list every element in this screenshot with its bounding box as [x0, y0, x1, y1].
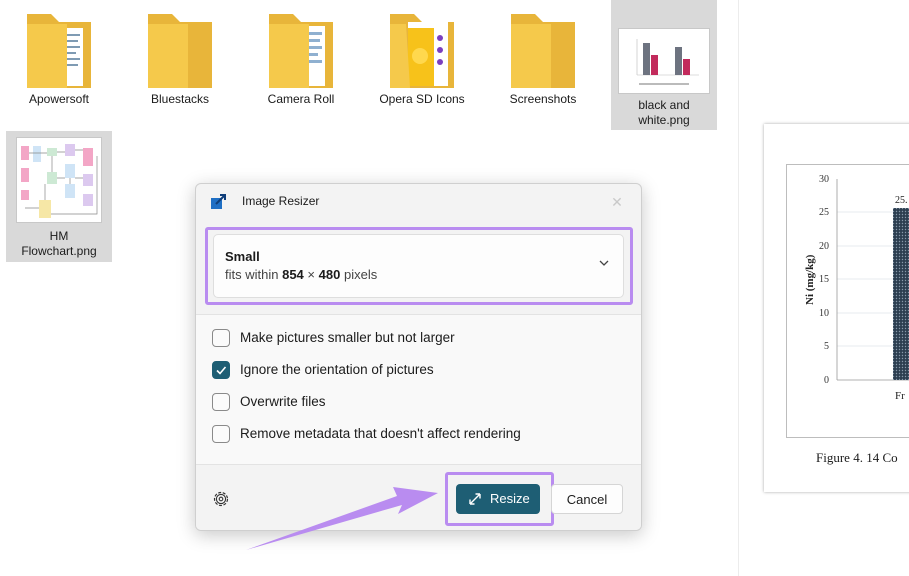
expand-arrows-icon	[469, 493, 481, 505]
folder-icon	[511, 14, 575, 88]
file-hm-flowchart-png[interactable]: HM Flowchart.png	[6, 131, 112, 262]
option-label: Overwrite files	[240, 394, 326, 409]
file-name-label: black and white.png	[638, 98, 690, 127]
resize-button[interactable]: Resize	[456, 484, 540, 514]
option-label: Remove metadata that doesn't affect rend…	[240, 426, 521, 441]
folder-opera-sd-icons[interactable]: Opera SD Icons	[369, 0, 475, 111]
y-tick-label: 10	[819, 308, 829, 319]
dialog-title: Image Resizer	[242, 194, 320, 208]
y-tick-label: 25	[819, 207, 829, 218]
close-button[interactable]: ✕	[603, 190, 631, 214]
file-black-and-white-png[interactable]: black and white.png	[611, 0, 717, 130]
checkbox-checked[interactable]	[212, 361, 230, 379]
size-preset-dropdown[interactable]: Small fits within 854 × 480 pixels	[213, 234, 624, 298]
check-icon	[216, 366, 227, 375]
folder-apowersoft[interactable]: Apowersoft	[6, 0, 112, 111]
image-resizer-dialog: Image Resizer ✕ Small fits within 854 × …	[195, 183, 642, 531]
y-tick-label: 0	[824, 375, 829, 386]
resize-button-label: Resize	[490, 491, 530, 506]
size-preset-description: fits within 854 × 480 pixels	[225, 267, 378, 282]
document-page: 30 25 20 15 10 5 0 25. Fr Ni (mg/kg) Fig…	[764, 124, 909, 492]
option-label: Make pictures smaller but not larger	[240, 330, 455, 345]
folder-icon	[148, 14, 212, 88]
y-tick-label: 15	[819, 274, 829, 285]
file-name-label: Apowersoft	[28, 92, 90, 106]
file-name-label: HM Flowchart.png	[21, 229, 97, 258]
folder-icon	[27, 14, 91, 88]
y-axis-label: Ni (mg/kg)	[804, 254, 816, 305]
y-tick-label: 20	[819, 241, 829, 252]
checkbox[interactable]	[212, 329, 230, 347]
pane-divider	[738, 0, 739, 576]
folder-bluestacks[interactable]: Bluestacks	[127, 0, 233, 111]
image-resizer-icon	[211, 194, 226, 209]
checkbox[interactable]	[212, 425, 230, 443]
y-tick-label: 5	[824, 341, 829, 352]
file-name-label: Bluestacks	[150, 92, 210, 106]
image-thumbnail	[16, 137, 102, 223]
file-name-label: Opera SD Icons	[379, 92, 465, 106]
bar-value-label: 25.	[895, 195, 908, 206]
x-tick-label: Fr	[895, 390, 905, 402]
image-thumbnail	[618, 28, 710, 94]
options-panel: Make pictures smaller but not larger Ign…	[196, 315, 641, 464]
bar-chart-thumbnail-icon	[636, 39, 699, 85]
bar	[893, 208, 909, 380]
size-preset-name: Small	[225, 249, 260, 264]
folder-screenshots[interactable]: Screenshots	[490, 0, 596, 111]
gear-icon[interactable]	[211, 489, 231, 509]
cancel-button[interactable]: Cancel	[551, 484, 623, 514]
option-label: Ignore the orientation of pictures	[240, 362, 434, 377]
folder-icon	[269, 14, 333, 88]
file-name-label: Camera Roll	[267, 92, 335, 106]
folder-icon	[390, 14, 454, 88]
file-name-label: Screenshots	[509, 92, 577, 106]
dialog-titlebar[interactable]: Image Resizer ✕	[196, 184, 641, 220]
dialog-footer: Resize Cancel	[196, 465, 641, 530]
checkbox[interactable]	[212, 393, 230, 411]
folder-camera-roll[interactable]: Camera Roll	[248, 0, 354, 111]
y-tick-label: 30	[819, 174, 829, 185]
chevron-down-icon	[599, 260, 609, 266]
flowchart-thumbnail-icon	[21, 144, 98, 218]
embedded-chart: 30 25 20 15 10 5 0 25. Fr Ni (mg/kg)	[786, 164, 909, 438]
close-icon: ✕	[611, 194, 623, 210]
figure-caption: Figure 4. 14 Co	[816, 450, 898, 465]
